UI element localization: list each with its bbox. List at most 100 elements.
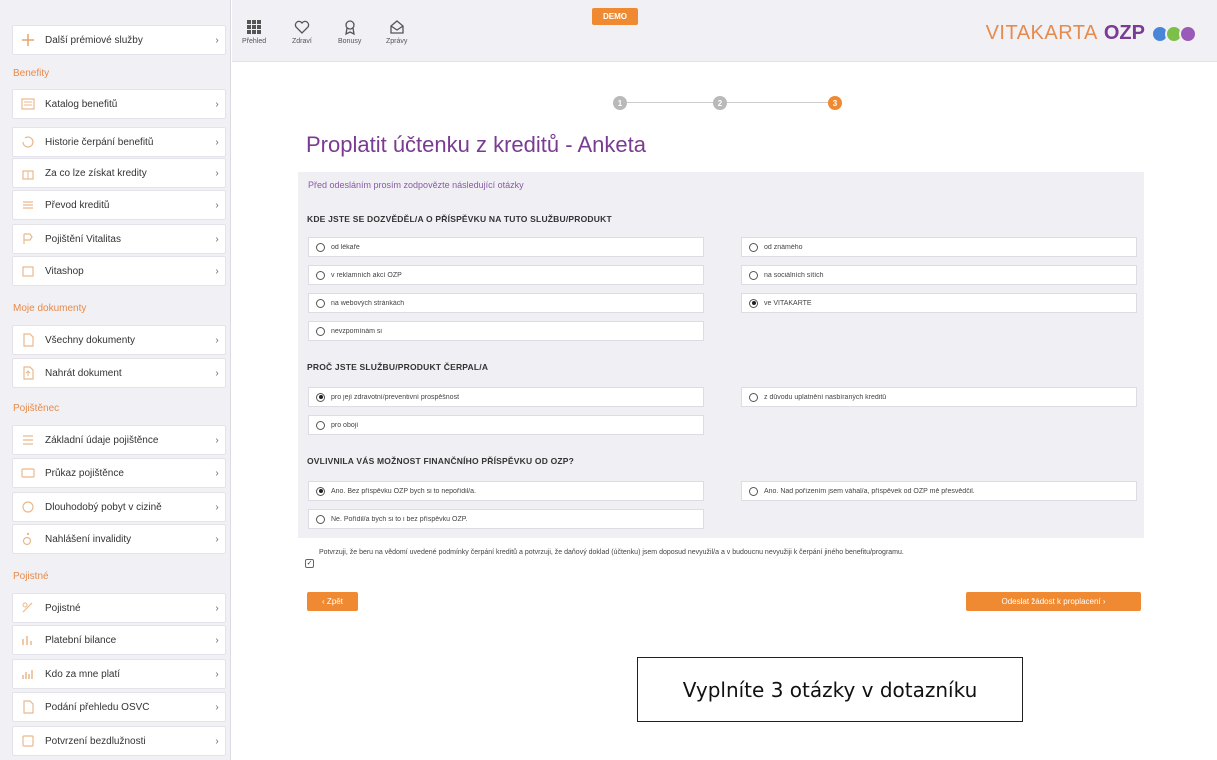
option-label: na webových stránkách	[331, 299, 405, 307]
chevron-right-icon: ›	[215, 199, 219, 211]
q2-option-prospesnost[interactable]: pro její zdravotní/preventivní prospěšno…	[308, 387, 704, 407]
ozp-logo-icon	[1151, 24, 1197, 43]
sidebar-item-label: Průkaz pojištěnce	[45, 467, 124, 479]
sidebar-item-label: Podání přehledu OSVČ	[45, 701, 150, 713]
sidebar-item-katalog-benefitu[interactable]: Katalog benefitů ›	[12, 89, 226, 119]
option-label: pro její zdravotní/preventivní prospěšno…	[331, 393, 460, 401]
nav-bonusy[interactable]: Bonusy	[338, 18, 361, 45]
consent-checkbox[interactable]: ✓	[305, 559, 314, 568]
globe-icon	[19, 498, 37, 516]
radio-button-selected[interactable]	[749, 298, 758, 308]
sidebar-item-label: Katalog benefitů	[45, 98, 118, 110]
q1-option-od-znameho[interactable]: od známého	[741, 237, 1137, 257]
nav-label: Zdraví	[292, 38, 312, 45]
sidebar-item-kdo-za-mne-plati[interactable]: Kdo za mne platí ›	[12, 659, 226, 689]
sidebar-item-dalsi-premiove-sluzby[interactable]: Další prémiové služby ›	[12, 25, 226, 55]
sidebar-item-pojisteni-vitalitas[interactable]: Pojištění Vitalitas ›	[12, 224, 226, 254]
nav-zdravi[interactable]: Zdraví	[292, 18, 312, 45]
nav-zpravy[interactable]: Zprávy	[386, 18, 407, 45]
radio-button[interactable]	[316, 242, 325, 252]
radio-button[interactable]	[316, 270, 325, 280]
payer-icon	[19, 665, 37, 683]
q1-option-socialni-site[interactable]: na sociálních sítích	[741, 265, 1137, 285]
sidebar-item-label: Všechny dokumenty	[45, 334, 136, 346]
radio-button[interactable]	[316, 420, 325, 430]
sidebar-item-nahlaseni-invalidity[interactable]: Nahlášení invalidity ›	[12, 524, 226, 554]
form-intro: Před odesláním prosím zodpovězte následu…	[308, 180, 524, 190]
radio-button[interactable]	[749, 392, 758, 402]
q1-option-vitakarta[interactable]: ve VITAKARTĚ	[741, 293, 1137, 313]
q3-option-ano-bez-prispevku[interactable]: Ano. Bez příspěvku OZP bych si to nepoří…	[308, 481, 704, 501]
insurance-icon	[19, 230, 37, 248]
sidebar-item-label: Pojistné	[45, 602, 81, 614]
sidebar-item-label: Základní údaje pojištěnce	[45, 434, 159, 446]
radio-button[interactable]	[749, 242, 758, 252]
q1-option-webove-stranky[interactable]: na webových stránkách	[308, 293, 704, 313]
id-card-icon	[19, 464, 37, 482]
plus-icon	[19, 31, 37, 49]
sidebar-item-historie-cerpani[interactable]: Historie čerpání benefitů ›	[12, 127, 226, 157]
radio-button[interactable]	[749, 486, 758, 496]
option-label: od lékaře	[331, 243, 360, 251]
sidebar-item-vsechny-dokumenty[interactable]: Všechny dokumenty ›	[12, 325, 226, 355]
radio-button[interactable]	[749, 270, 758, 280]
radio-button[interactable]	[316, 514, 325, 524]
sidebar-item-platebni-bilance[interactable]: Platební bilance ›	[12, 625, 226, 655]
transfer-icon	[19, 196, 37, 214]
heart-icon	[294, 18, 310, 36]
sidebar-item-nahrat-dokument[interactable]: Nahrát dokument ›	[12, 358, 226, 388]
q2-option-kredity[interactable]: z důvodu uplatnění nasbíraných kreditů	[741, 387, 1137, 407]
sidebar-item-label: Potvrzení bezdlužnosti	[45, 735, 146, 747]
sidebar-item-potvrzeni-bezdluznosti[interactable]: Potvrzení bezdlužnosti ›	[12, 726, 226, 756]
chevron-right-icon: ›	[215, 367, 219, 379]
sidebar-item-zakladni-udaje[interactable]: Základní údaje pojištěnce ›	[12, 425, 226, 455]
sidebar-item-za-co-kredity[interactable]: Za co lze získat kredity ›	[12, 158, 226, 188]
grid-icon	[246, 18, 262, 36]
brand-logo: VITAKARTA OZP	[986, 22, 1197, 45]
q2-option-oboji[interactable]: pro obojí	[308, 415, 704, 435]
chevron-right-icon: ›	[215, 467, 219, 479]
radio-button[interactable]	[316, 298, 325, 308]
q3-option-ne[interactable]: Ne. Pořídil/a bych si to i bez příspěvku…	[308, 509, 704, 529]
consent-text: Potvrzuji, že beru na vědomí uvedené pod…	[319, 549, 904, 556]
step-2[interactable]: 2	[713, 96, 727, 110]
brand-ozp: OZP	[1103, 22, 1145, 44]
q1-option-nevzpominam[interactable]: nevzpomínám si	[308, 321, 704, 341]
back-button[interactable]: ‹ Zpět	[307, 592, 358, 611]
wallet-icon	[19, 599, 37, 617]
award-icon	[342, 18, 358, 36]
sidebar-item-prukaz-pojistence[interactable]: Průkaz pojištěnce ›	[12, 458, 226, 488]
sidebar-item-label: Nahlášení invalidity	[45, 533, 132, 545]
sidebar-item-vitashop[interactable]: Vitashop ›	[12, 256, 226, 286]
chevron-right-icon: ›	[215, 434, 219, 446]
section-heading-pojistne: Pojistné	[13, 571, 49, 582]
radio-button-selected[interactable]	[316, 392, 325, 402]
sidebar-item-label: Kdo za mne platí	[45, 668, 121, 680]
sidebar-item-prevod-kreditu[interactable]: Převod kreditů ›	[12, 190, 226, 220]
q3-option-ano-vahal[interactable]: Ano. Nad pořízením jsem váhal/a, příspěv…	[741, 481, 1137, 501]
survey-form: Před odesláním prosím zodpovězte následu…	[298, 172, 1144, 538]
q1-option-od-lekare[interactable]: od lékaře	[308, 237, 704, 257]
q1-option-reklamni-akce[interactable]: v reklamních akcí OZP	[308, 265, 704, 285]
sidebar-item-dlouhodoby-pobyt[interactable]: Dlouhodobý pobyt v cizině ›	[12, 492, 226, 522]
nav-prehled[interactable]: Přehled	[242, 18, 266, 45]
radio-button-selected[interactable]	[316, 486, 325, 496]
consent-row: ✓ Potvrzuji, že beru na vědomí uvedené p…	[305, 548, 1135, 568]
radio-button[interactable]	[316, 326, 325, 336]
sidebar-item-podani-prehledu-osvc[interactable]: Podání přehledu OSVČ ›	[12, 692, 226, 722]
chevron-right-icon: ›	[215, 167, 219, 179]
submit-button[interactable]: Odeslat žádost k proplacení ›	[966, 592, 1141, 611]
certificate-icon	[19, 732, 37, 750]
catalog-icon	[19, 95, 37, 113]
sidebar-item-label: Za co lze získat kredity	[45, 167, 147, 179]
sidebar-item-pojistne[interactable]: Pojistné ›	[12, 593, 226, 623]
chevron-right-icon: ›	[215, 98, 219, 110]
option-label: Ano. Nad pořízením jsem váhal/a, příspěv…	[764, 487, 975, 495]
section-heading-dokumenty: Moje dokumenty	[13, 303, 87, 314]
section-heading-benefity: Benefity	[13, 68, 50, 79]
chevron-right-icon: ›	[215, 265, 219, 277]
step-1[interactable]: 1	[613, 96, 627, 110]
option-label: Ano. Bez příspěvku OZP bych si to nepoří…	[331, 487, 477, 495]
option-label: ve VITAKARTĚ	[764, 299, 812, 307]
sidebar-item-label: Nahrát dokument	[45, 367, 122, 379]
